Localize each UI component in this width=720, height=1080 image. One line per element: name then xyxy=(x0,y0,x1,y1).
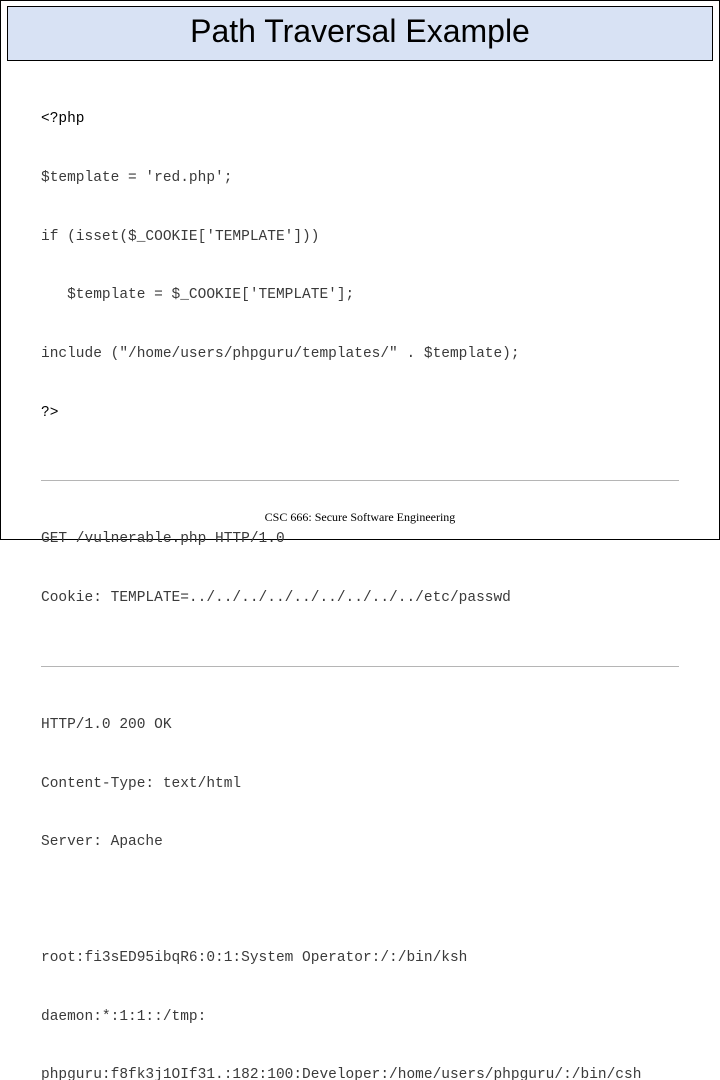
divider xyxy=(41,480,679,481)
code-line: $template = 'red.php'; xyxy=(41,169,679,189)
slide-title: Path Traversal Example xyxy=(8,13,712,50)
slide-footer: CSC 666: Secure Software Engineering xyxy=(1,510,719,525)
code-line: Content-Type: text/html xyxy=(41,775,679,795)
code-line: root:fi3sED95ibqR6:0:1:System Operator:/… xyxy=(41,949,679,969)
code-line: GET /vulnerable.php HTTP/1.0 xyxy=(41,530,679,550)
http-response-header-block: HTTP/1.0 200 OK Content-Type: text/html … xyxy=(41,677,679,892)
code-line: if (isset($_COOKIE['TEMPLATE'])) xyxy=(41,228,679,248)
code-line: Cookie: TEMPLATE=../../../../../../../..… xyxy=(41,589,679,609)
http-response-body-block: root:fi3sED95ibqR6:0:1:System Operator:/… xyxy=(41,910,679,1080)
slide-title-bar: Path Traversal Example xyxy=(7,6,713,61)
code-line: ?> xyxy=(41,404,679,424)
slide-content: <?php $template = 'red.php'; if (isset($… xyxy=(1,61,719,1080)
code-line: $template = $_COOKIE['TEMPLATE']; xyxy=(41,286,679,306)
code-line: phpguru:f8fk3j1OIf31.:182:100:Developer:… xyxy=(41,1066,679,1080)
code-line: include ("/home/users/phpguru/templates/… xyxy=(41,345,679,365)
code-line: <?php xyxy=(41,110,679,130)
code-line: HTTP/1.0 200 OK xyxy=(41,716,679,736)
php-code-block: <?php $template = 'red.php'; if (isset($… xyxy=(41,71,679,462)
divider xyxy=(41,666,679,667)
code-line: Server: Apache xyxy=(41,833,679,853)
code-line: daemon:*:1:1::/tmp: xyxy=(41,1008,679,1028)
